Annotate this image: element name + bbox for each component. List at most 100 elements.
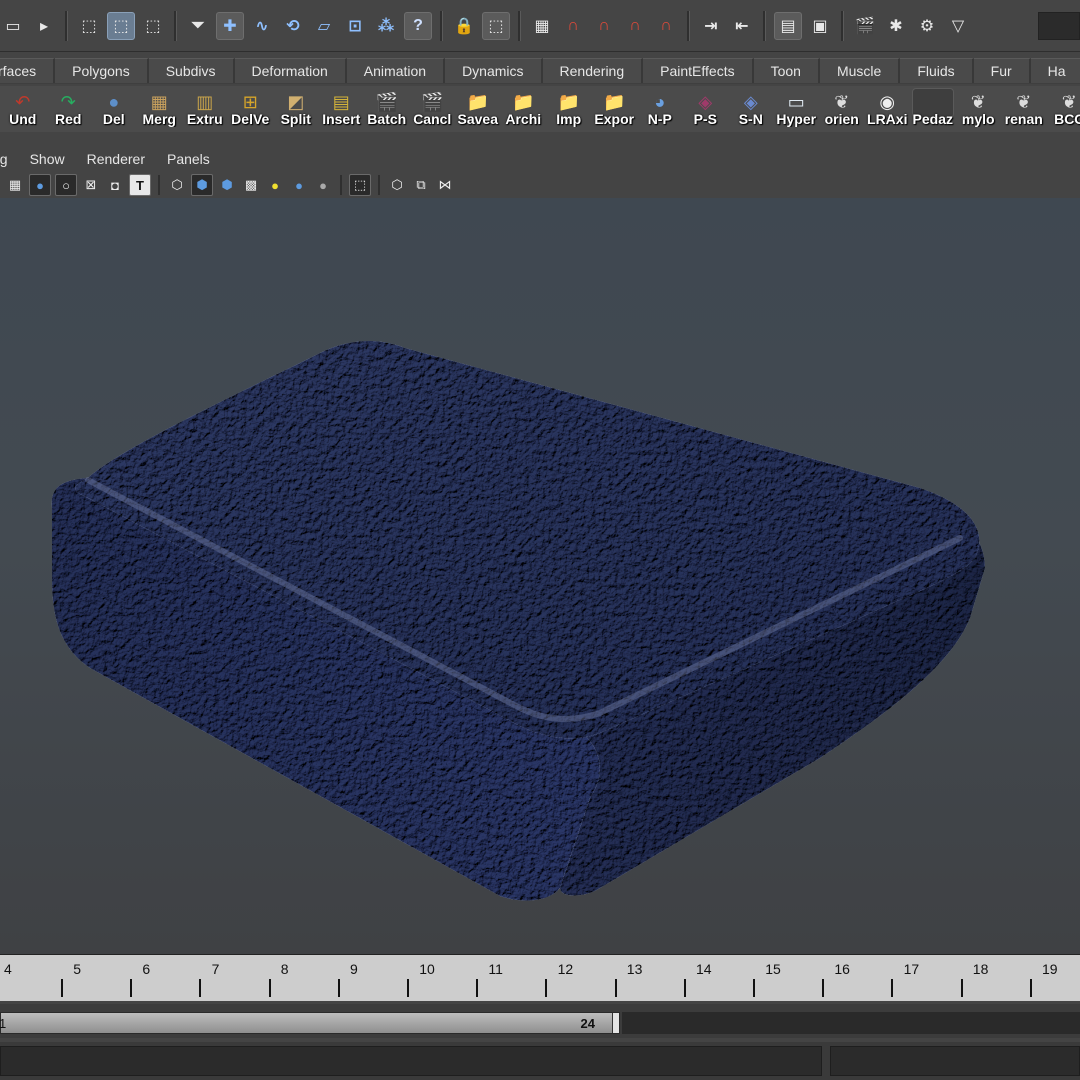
mesh-object[interactable]	[51, 341, 985, 901]
shelf-tab-fluids[interactable]: Fluids	[900, 58, 974, 83]
shelf-button-cancl[interactable]: 🎬 Cancl	[410, 86, 456, 132]
input-box-icon[interactable]	[1038, 11, 1080, 40]
sphere-light-icon[interactable]: ●	[289, 175, 309, 195]
shelf-button-batch[interactable]: 🎬 Batch	[364, 86, 410, 132]
select-object-icon[interactable]: ⬚	[107, 11, 135, 40]
snap-grid-icon[interactable]: ✚	[216, 11, 244, 40]
shelf-button-delve[interactable]: ⊞ DelVe	[228, 86, 274, 132]
shelf-button-mylo[interactable]: ❦ mylo	[956, 86, 1002, 132]
magnet-c-icon[interactable]: ∩	[622, 13, 648, 39]
range-slider[interactable]: 1 24	[0, 1004, 1080, 1038]
select-component-icon[interactable]: ⬚	[140, 13, 166, 39]
panel-menu-show[interactable]: Show	[30, 151, 65, 167]
ipr-icon[interactable]: ✱	[883, 13, 909, 39]
wireframe-sphere-icon[interactable]: ○	[55, 174, 77, 196]
checker-cube-icon[interactable]: ▩	[241, 175, 261, 195]
output-ops-icon[interactable]: ⇤	[729, 13, 755, 39]
layout-icon[interactable]: ▭	[0, 13, 26, 39]
shelf-tab-fur[interactable]: Fur	[973, 58, 1031, 83]
shelf-button-orien[interactable]: ❦ orien	[819, 86, 865, 132]
history-icon[interactable]: ▦	[529, 13, 555, 39]
select-hierarchy-icon[interactable]: ⬚	[76, 13, 102, 39]
perspective-viewport[interactable]	[0, 198, 1080, 954]
shaded-sphere-icon[interactable]: ●	[29, 174, 51, 196]
help-icon[interactable]: ?	[404, 11, 432, 40]
shelf-button-hyper[interactable]: ▭ Hyper	[774, 86, 820, 132]
wireframe-cube-icon[interactable]: ⬡	[167, 175, 187, 195]
shelf-button-red[interactable]: ↷ Red	[46, 86, 92, 132]
shelf-button-lraxi[interactable]: ◉ LRAxi	[865, 86, 911, 132]
separator-arrow-icon[interactable]: ▸	[31, 13, 57, 39]
grid-toggle-icon[interactable]: ⊠	[81, 175, 101, 195]
panel-menu-renderer[interactable]: Renderer	[87, 151, 145, 167]
shelf-tab-dynamics[interactable]: Dynamics	[445, 58, 543, 83]
xray-icon[interactable]: ⧉	[411, 175, 431, 195]
snap-plane-icon[interactable]: ▱	[311, 13, 337, 39]
toolbar-separator	[440, 10, 443, 41]
shelf-tab-rfaces[interactable]: rfaces	[0, 58, 56, 83]
lock-icon[interactable]: 🔒	[451, 13, 477, 39]
flat-shade-cube-icon[interactable]: ⬢	[217, 175, 237, 195]
show-attribute-editor-icon[interactable]: ▤	[774, 11, 802, 40]
film-gate-icon[interactable]: ▦	[5, 175, 25, 195]
clapboard-icon[interactable]: 🎬	[852, 13, 878, 39]
shelf-tab-muscle[interactable]: Muscle	[819, 58, 901, 83]
snap-surface-icon[interactable]: ⊡	[342, 13, 368, 39]
shelf-tab-ha[interactable]: Ha	[1030, 58, 1080, 83]
viewport-canvas	[51, 341, 985, 901]
shelf-button-del[interactable]: ● Del	[91, 86, 137, 132]
panel-toolbar: ▦ ● ○ ⊠ ◘ T ⬡ ⬢ ⬢ ▩ ● ● ● ⬚ ⬡ ⧉ ⋈	[0, 172, 1080, 198]
shelf-tab-subdivs[interactable]: Subdivs	[148, 58, 235, 83]
bounding-box-icon[interactable]: ⬡	[387, 175, 407, 195]
input-ops-icon[interactable]: ⇥	[698, 13, 724, 39]
snap-live-icon[interactable]: ⁂	[373, 13, 399, 39]
share-icon[interactable]: ⋈	[435, 175, 455, 195]
shelf-button-extru[interactable]: ▥ Extru	[182, 86, 228, 132]
shelf-button-renan[interactable]: ❦ renan	[1001, 86, 1047, 132]
shelf-tab-animation[interactable]: Animation	[346, 58, 446, 83]
shelf-button-expor[interactable]: 📁 Expor	[592, 86, 638, 132]
shelf-tab-toon[interactable]: Toon	[753, 58, 820, 83]
shelf-button-label: Extru	[186, 111, 223, 127]
snap-curve-icon[interactable]: ∿	[249, 13, 275, 39]
shelf-button-n-p[interactable]: ◕ N-P	[637, 86, 683, 132]
shelf-button-insert[interactable]: ▤ Insert	[319, 86, 365, 132]
shelf-button-merg[interactable]: ▦ Merg	[137, 86, 183, 132]
magnet-b-icon[interactable]: ∩	[591, 13, 617, 39]
shelf-button-und[interactable]: ↶ Und	[0, 86, 46, 132]
frame-number: 14	[696, 961, 712, 977]
shelf-button-s-n[interactable]: ◈ S-N	[728, 86, 774, 132]
shelf-button-split[interactable]: ◩ Split	[273, 86, 319, 132]
isolate-select-icon[interactable]: ⬚	[349, 174, 371, 196]
magnet-a-icon[interactable]: ∩	[560, 13, 586, 39]
magnet-d-icon[interactable]: ∩	[653, 13, 679, 39]
shelf-button-archi[interactable]: 📁 Archi	[501, 86, 547, 132]
shelf-button-p-s[interactable]: ◈ P-S	[683, 86, 729, 132]
shelf-button-bcc[interactable]: ❦ BCC	[1047, 86, 1080, 132]
filter-funnel-icon[interactable]: ⏷	[185, 13, 211, 39]
shelf-tab-painteffects[interactable]: PaintEffects	[643, 58, 754, 83]
shelf-button-pedaz[interactable]: Pedaz	[910, 86, 956, 132]
render-settings-icon[interactable]: ⚙	[914, 13, 940, 39]
texture-icon[interactable]: ◘	[105, 175, 125, 195]
render-frame-icon[interactable]: ▣	[807, 13, 833, 39]
shelf-tab-rendering[interactable]: Rendering	[542, 58, 644, 83]
shelf-button-imp[interactable]: 📁 Imp	[546, 86, 592, 132]
grey-sphere-icon[interactable]: ●	[313, 175, 333, 195]
select-by-type-icon[interactable]: ⬚	[482, 11, 510, 40]
expand-icon[interactable]: ▽	[945, 13, 971, 39]
panel-menu-panels[interactable]: Panels	[167, 151, 210, 167]
frame-number: 5	[73, 961, 81, 977]
shelf-tab-deformation[interactable]: Deformation	[234, 58, 347, 83]
range-end-handle[interactable]	[612, 1013, 619, 1033]
snap-point-icon[interactable]: ⟲	[280, 13, 306, 39]
default-light-icon[interactable]: ●	[265, 175, 285, 195]
shelf-button-savea[interactable]: 📁 Savea	[455, 86, 501, 132]
command-input[interactable]	[0, 1046, 822, 1076]
text-icon[interactable]: T	[129, 174, 151, 196]
smooth-shade-cube-icon[interactable]: ⬢	[191, 174, 213, 196]
time-slider[interactable]: 4 5 6 7 8 9 10 11 12 13 14 15 16 17 18 19	[0, 954, 1080, 1001]
range-bar[interactable]: 1 24	[0, 1012, 620, 1034]
shelf-tab-polygons[interactable]: Polygons	[55, 58, 149, 83]
panel-menu-ng[interactable]: ng	[0, 151, 8, 167]
